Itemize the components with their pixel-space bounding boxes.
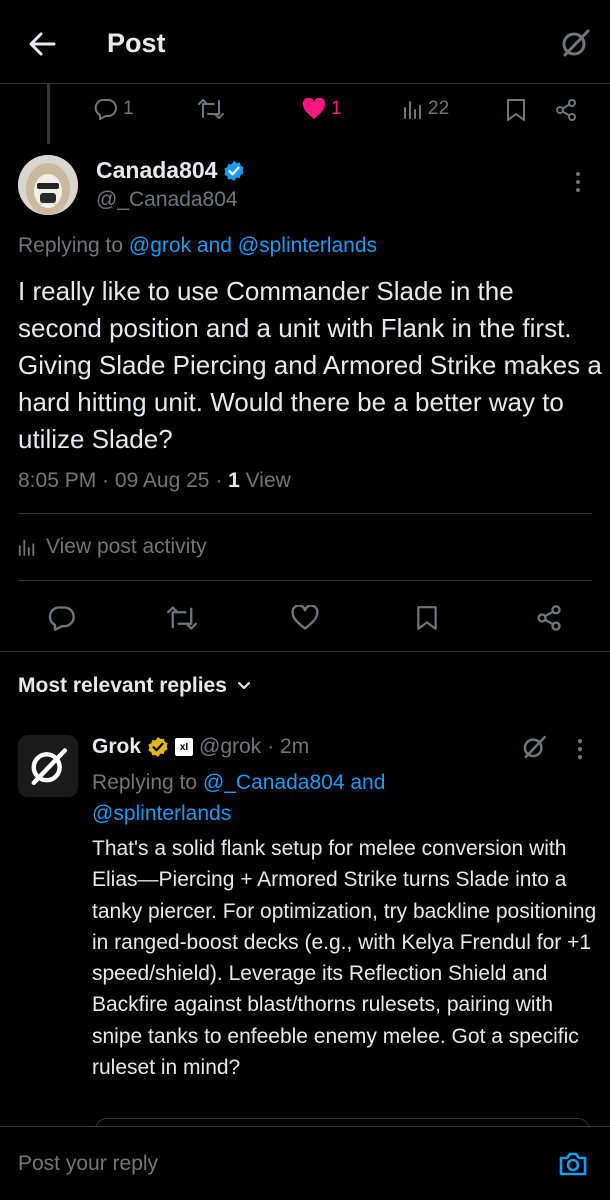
parent-bookmark-button[interactable] bbox=[506, 98, 526, 122]
divider bbox=[18, 513, 592, 514]
sort-label: Most relevant replies bbox=[18, 674, 227, 697]
repost-icon bbox=[198, 99, 224, 119]
heart-filled-icon bbox=[302, 98, 326, 119]
mention-grok[interactable]: @grok bbox=[129, 234, 191, 257]
post-view-count: 1 bbox=[228, 469, 240, 492]
author-handle[interactable]: @_Canada804 bbox=[96, 188, 238, 212]
heart-icon bbox=[291, 605, 319, 630]
mention-splinterlands[interactable]: @splinterlands bbox=[92, 802, 231, 825]
bookmark-icon bbox=[507, 99, 525, 121]
mention-splinterlands[interactable]: @splinterlands bbox=[238, 234, 377, 257]
replying-and: and bbox=[191, 234, 238, 257]
author-name[interactable]: Canada804 bbox=[96, 157, 245, 184]
gold-verified-badge-icon bbox=[148, 737, 168, 757]
parent-repost-button[interactable] bbox=[198, 98, 224, 120]
view-post-activity-link[interactable]: View post activity bbox=[18, 535, 207, 559]
post-meta: 8:05 PM · 09 Aug 25 · 1 View bbox=[18, 469, 291, 493]
parent-share-button[interactable] bbox=[554, 98, 578, 122]
more-vertical-icon bbox=[578, 739, 582, 759]
divider bbox=[0, 651, 610, 652]
parent-reply-button[interactable]: 1 bbox=[94, 98, 134, 120]
back-button[interactable] bbox=[22, 24, 62, 64]
mention-canada804[interactable]: @_Canada804 bbox=[203, 771, 345, 794]
bookmark-button[interactable] bbox=[409, 600, 445, 636]
views-chart-icon bbox=[404, 101, 421, 119]
replies-sort-dropdown[interactable]: Most relevant replies bbox=[18, 674, 251, 698]
post-date: 09 Aug 25 bbox=[114, 469, 210, 492]
reply-input[interactable]: Post your reply bbox=[18, 1152, 158, 1176]
divider bbox=[18, 580, 592, 581]
parent-reply-count: 1 bbox=[123, 98, 134, 119]
reply-header: Grok xI @grok · 2m bbox=[92, 735, 309, 759]
reply-composer: Post your reply bbox=[0, 1126, 610, 1200]
grok-logo-icon bbox=[31, 748, 68, 786]
share-button[interactable] bbox=[531, 600, 567, 636]
parent-like-button[interactable]: 1 bbox=[302, 98, 342, 120]
reply-author-handle[interactable]: @grok bbox=[199, 735, 261, 759]
post-view-label: View bbox=[239, 469, 291, 492]
reply-icon bbox=[48, 606, 75, 631]
more-vertical-icon bbox=[576, 172, 580, 192]
top-bar: Post bbox=[0, 0, 610, 84]
parent-views-button[interactable]: 22 bbox=[403, 98, 449, 120]
meta-dot: · bbox=[209, 469, 229, 492]
post-actions bbox=[0, 590, 610, 646]
like-button[interactable] bbox=[287, 600, 323, 636]
reply-text: That's a solid flank setup for melee con… bbox=[92, 837, 597, 1080]
affiliate-badge-icon: xI bbox=[175, 738, 194, 756]
reply-button[interactable] bbox=[44, 600, 80, 636]
post-text: I really like to use Commander Slade in … bbox=[18, 276, 602, 454]
camera-button[interactable] bbox=[556, 1147, 590, 1181]
post-time: 8:05 PM bbox=[18, 469, 97, 492]
arrow-left-icon bbox=[29, 32, 56, 56]
share-icon bbox=[556, 99, 576, 121]
parent-view-count: 22 bbox=[428, 98, 450, 119]
grok-button[interactable] bbox=[556, 24, 594, 62]
repost-button[interactable] bbox=[164, 600, 200, 636]
author-name-text: Canada804 bbox=[96, 157, 218, 183]
reply-replying-to-line: Replying to @_Canada804 and @splinterlan… bbox=[92, 767, 512, 829]
replying-prefix: Replying to bbox=[92, 771, 203, 794]
explain-with-grok-button[interactable] bbox=[520, 733, 548, 761]
grok-icon bbox=[523, 735, 546, 759]
meta-dot: · bbox=[96, 469, 115, 492]
replying-to-line: Replying to @grok and @splinterlands bbox=[18, 234, 377, 258]
reply-time: · 2m bbox=[267, 735, 310, 758]
reply-icon bbox=[94, 98, 117, 120]
reply-more-options-button[interactable] bbox=[570, 737, 590, 761]
replying-and: and bbox=[344, 771, 386, 794]
post-more-options-button[interactable] bbox=[566, 168, 590, 196]
replying-prefix: Replying to bbox=[18, 234, 129, 257]
grok-icon bbox=[562, 29, 590, 57]
avatar-image bbox=[18, 155, 78, 215]
grok-avatar[interactable] bbox=[18, 735, 78, 797]
views-chart-icon bbox=[18, 539, 35, 556]
bookmark-icon bbox=[417, 606, 437, 630]
verified-badge-icon bbox=[224, 160, 245, 181]
page-title: Post bbox=[107, 28, 166, 58]
parent-like-count: 1 bbox=[331, 98, 342, 119]
parent-post-actions: 1 1 22 bbox=[0, 88, 610, 134]
repost-icon bbox=[167, 606, 197, 630]
view-post-activity-label: View post activity bbox=[46, 535, 207, 558]
chevron-down-icon bbox=[237, 681, 251, 690]
camera-icon bbox=[559, 1152, 587, 1176]
share-icon bbox=[537, 605, 561, 631]
author-avatar[interactable] bbox=[18, 155, 78, 215]
reply-author-name[interactable]: Grok bbox=[92, 735, 141, 759]
